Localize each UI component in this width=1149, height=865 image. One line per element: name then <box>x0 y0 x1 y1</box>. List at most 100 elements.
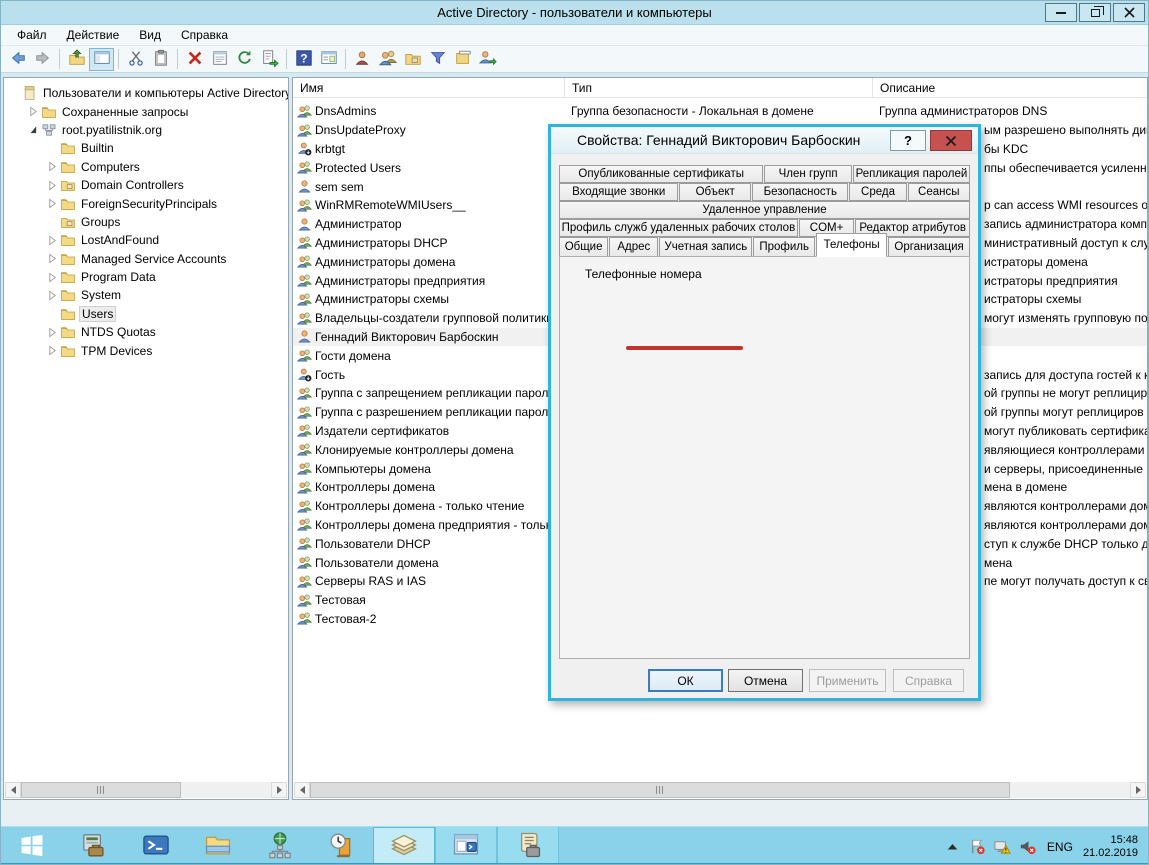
ad-sites-taskbar-button[interactable] <box>249 827 311 865</box>
gpmc-editor-taskbar-button[interactable] <box>497 827 559 865</box>
set-filter-button[interactable] <box>425 48 450 71</box>
hidden-icons-button[interactable] <box>943 837 962 856</box>
export-list-button[interactable] <box>257 48 282 71</box>
back-button[interactable] <box>5 48 30 71</box>
new-group-button[interactable] <box>375 48 400 71</box>
tab-item[interactable]: Входящие звонки <box>559 183 678 201</box>
show-hide-console-tree-button[interactable] <box>89 48 114 71</box>
language-indicator[interactable]: ENG <box>1047 840 1073 854</box>
up-one-level-button[interactable] <box>64 48 89 71</box>
minimize-button[interactable] <box>1045 3 1077 22</box>
tree-item[interactable]: Сохраненные запросы <box>4 102 288 120</box>
powershell-ise-taskbar-button[interactable] <box>435 827 497 865</box>
network-warning-button[interactable] <box>993 837 1012 856</box>
tree-item[interactable]: Пользователи и компьютеры Active Directo… <box>4 84 288 102</box>
tree-item[interactable]: Computers <box>4 158 288 176</box>
properties-button[interactable] <box>207 48 232 71</box>
action-center-button[interactable] <box>968 837 987 856</box>
powershell-taskbar-button[interactable] <box>125 827 187 865</box>
time-service-taskbar-button[interactable] <box>311 827 373 865</box>
scroll-left-button[interactable] <box>5 782 21 798</box>
tab-item[interactable]: Учетная запись <box>659 237 752 257</box>
help-button[interactable]: ? <box>291 48 316 71</box>
tree-item[interactable]: Builtin <box>4 139 288 157</box>
cancel-button[interactable]: Отмена <box>728 669 803 692</box>
move-object-button[interactable] <box>475 48 500 71</box>
tree-item[interactable]: ForeignSecurityPrincipals <box>4 194 288 212</box>
list-row[interactable]: DnsAdminsГруппа безопасности - Локальная… <box>293 102 1147 121</box>
tab-item[interactable]: Среда <box>849 183 906 201</box>
menu-help[interactable]: Справка <box>171 26 238 44</box>
scroll-left-button[interactable] <box>294 782 310 798</box>
tree-item[interactable]: Managed Service Accounts <box>4 250 288 268</box>
tab-item[interactable]: Удаленное управление <box>559 201 970 219</box>
new-user-button[interactable] <box>350 48 375 71</box>
new-ou-button[interactable] <box>400 48 425 71</box>
delete-button[interactable] <box>182 48 207 71</box>
tab-item[interactable]: Организация <box>888 237 970 257</box>
dialog-help-button[interactable]: ? <box>890 130 926 151</box>
scroll-right-button[interactable] <box>271 782 287 798</box>
tree-toggle-icon[interactable] <box>27 106 40 118</box>
taskbar-clock[interactable]: 15:48 21.02.2019 <box>1083 834 1138 860</box>
tab-item[interactable]: Общие <box>559 237 608 257</box>
scroll-track[interactable] <box>1010 782 1130 798</box>
column-header-description[interactable]: Описание <box>873 78 1147 98</box>
tree-item[interactable]: System <box>4 286 288 304</box>
volume-muted-button[interactable] <box>1018 837 1037 856</box>
paste-button[interactable] <box>148 48 173 71</box>
list-horizontal-scrollbar[interactable] <box>294 782 1146 798</box>
close-button[interactable] <box>1113 3 1145 22</box>
tree-toggle-icon[interactable] <box>27 124 40 136</box>
tab-item[interactable]: Безопасность <box>752 183 848 201</box>
tree-toggle-icon[interactable] <box>46 234 59 246</box>
tree-toggle-icon[interactable] <box>46 198 59 210</box>
restore-button[interactable] <box>1079 3 1111 22</box>
ok-button[interactable]: ОК <box>648 669 723 692</box>
tree-toggle-icon[interactable] <box>46 253 59 265</box>
aduc-console-taskbar-button[interactable] <box>373 827 435 865</box>
tree-item[interactable]: Program Data <box>4 268 288 286</box>
refresh-button[interactable] <box>232 48 257 71</box>
tree-item[interactable]: NTDS Quotas <box>4 323 288 341</box>
tree-item[interactable]: root.pyatilistnik.org <box>4 121 288 139</box>
tab-active[interactable]: Телефоны <box>816 233 887 257</box>
tab-item[interactable]: Профиль <box>753 237 815 257</box>
tree-item[interactable]: TPM Devices <box>4 341 288 359</box>
tree-toggle-icon[interactable] <box>46 161 59 173</box>
tree-item[interactable]: LostAndFound <box>4 231 288 249</box>
menu-file[interactable]: Файл <box>7 26 57 44</box>
tab-item[interactable]: Член групп <box>764 165 851 183</box>
tab-item[interactable]: Сеансы <box>908 183 971 201</box>
cut-button[interactable] <box>123 48 148 71</box>
scroll-right-button[interactable] <box>1130 782 1146 798</box>
scroll-track[interactable] <box>181 782 271 798</box>
forward-button[interactable] <box>30 48 55 71</box>
tab-item[interactable]: Адрес <box>609 237 658 257</box>
view-options-button[interactable] <box>316 48 341 71</box>
tab-item[interactable]: Репликация паролей <box>853 165 970 183</box>
scroll-thumb[interactable] <box>21 782 181 798</box>
tab-item[interactable]: Опубликованные сертификаты <box>559 165 763 183</box>
column-header-type[interactable]: Тип <box>565 78 873 98</box>
scroll-thumb[interactable] <box>310 782 1010 798</box>
tree-item[interactable]: Domain Controllers <box>4 176 288 194</box>
server-manager-taskbar-button[interactable] <box>63 827 125 865</box>
dialog-close-button[interactable] <box>930 130 972 151</box>
column-header-name[interactable]: Имя <box>293 78 565 98</box>
tree-horizontal-scrollbar[interactable] <box>5 782 287 798</box>
tab-item[interactable]: Профиль служб удаленных рабочих столов <box>559 219 798 237</box>
file-explorer-taskbar-button[interactable] <box>187 827 249 865</box>
tree-toggle-icon[interactable] <box>46 271 59 283</box>
tree-item[interactable]: Users <box>4 305 288 323</box>
tree-toggle-icon[interactable] <box>46 345 59 357</box>
tree-toggle-icon[interactable] <box>46 179 59 191</box>
tree-toggle-icon[interactable] <box>46 326 59 338</box>
start-button[interactable] <box>1 827 63 865</box>
menu-action[interactable]: Действие <box>57 26 130 44</box>
tree-item[interactable]: Groups <box>4 213 288 231</box>
tree-toggle-icon[interactable] <box>46 289 59 301</box>
menu-view[interactable]: Вид <box>129 26 171 44</box>
tab-item[interactable]: Объект <box>679 183 751 201</box>
open-mail-button[interactable] <box>450 48 475 71</box>
